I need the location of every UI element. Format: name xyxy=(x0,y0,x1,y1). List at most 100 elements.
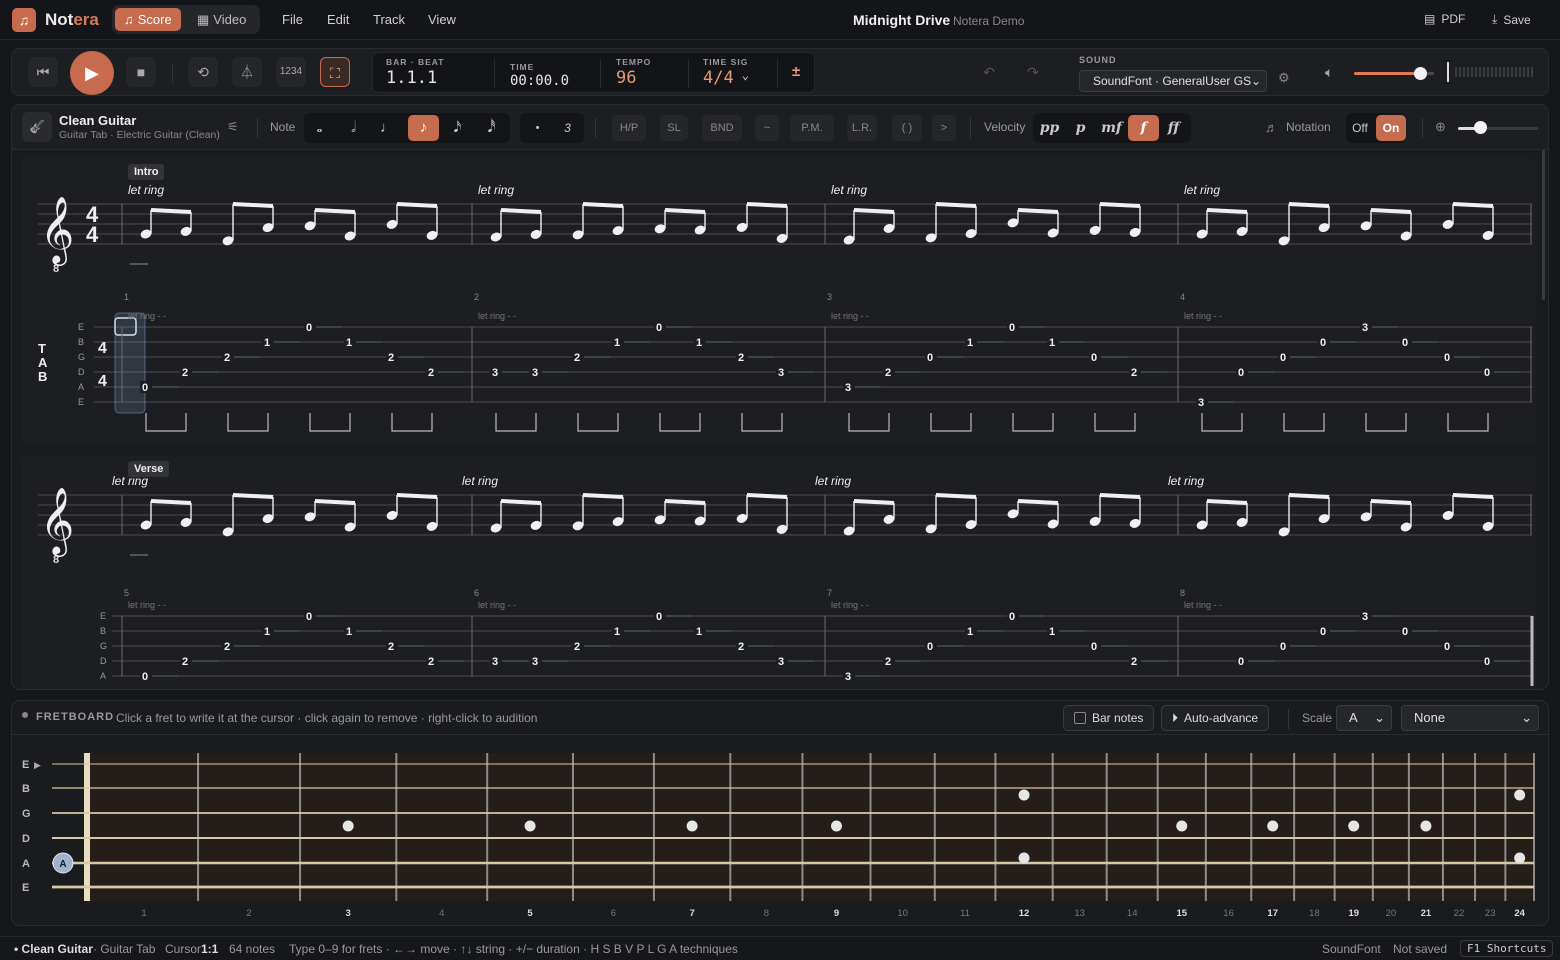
redo-button[interactable]: ↷ xyxy=(1018,57,1048,87)
gear-icon[interactable]: ⚙ xyxy=(1278,70,1290,86)
fret-number[interactable]: 2 xyxy=(738,641,744,653)
fret-number[interactable]: 2 xyxy=(1131,367,1137,379)
fret-number[interactable]: 0 xyxy=(142,382,148,394)
auto-advance-button[interactable]: ⏵ Auto-advance xyxy=(1161,705,1270,731)
fret-number[interactable]: 3 xyxy=(845,671,851,683)
fret-number[interactable]: 3 xyxy=(492,367,498,379)
triplet-button[interactable]: 3 xyxy=(552,115,583,141)
thirtysecond-note-button[interactable]: 𝅘𝅥𝅰 xyxy=(476,115,507,141)
fret-number[interactable]: 3 xyxy=(1362,611,1368,623)
follow-cursor-button[interactable]: ⛶ xyxy=(320,57,350,87)
fret-number[interactable]: 1 xyxy=(346,626,352,638)
ghost-note-button[interactable]: ( ) xyxy=(892,115,922,141)
guitar-icon[interactable]: 🎸︎ xyxy=(22,112,52,142)
fret-number[interactable]: 3 xyxy=(532,656,538,668)
hammer-pull-button[interactable]: H/P xyxy=(612,115,646,141)
section-marker-intro[interactable]: Intro xyxy=(128,164,165,180)
fret-number[interactable]: 3 xyxy=(492,656,498,668)
velocity-ff[interactable]: ff xyxy=(1158,115,1189,141)
video-mode-button[interactable]: ▦ Video xyxy=(188,8,255,31)
cursor-column[interactable] xyxy=(114,312,146,414)
fret-number[interactable]: 0 xyxy=(1444,641,1450,653)
fret-number[interactable]: 3 xyxy=(1198,397,1204,409)
count-in-button[interactable]: 1234 xyxy=(276,57,306,87)
scale-root-select[interactable]: A ⌄ xyxy=(1336,705,1392,731)
pdf-button[interactable]: ▤ PDF xyxy=(1424,12,1465,26)
bar-notes-toggle[interactable]: Bar notes xyxy=(1063,705,1155,731)
fret-number[interactable]: 0 xyxy=(1091,352,1097,364)
fret-number[interactable]: 1 xyxy=(264,337,270,349)
fret-number[interactable]: 3 xyxy=(1362,322,1368,334)
fret-number[interactable]: 1 xyxy=(264,626,270,638)
loop-button[interactable]: ⟲ xyxy=(188,57,218,87)
dotted-button[interactable]: • xyxy=(522,115,553,141)
fret-number[interactable]: 0 xyxy=(927,352,933,364)
accent-button[interactable]: > xyxy=(932,115,956,141)
rewind-button[interactable]: ⏮ xyxy=(28,57,58,87)
system-verse-notation[interactable]: 𝄞8let ring5let ring6let ring7let ring8EB… xyxy=(22,455,1536,690)
scale-type-select[interactable]: None ⌄ xyxy=(1401,705,1539,731)
fret-number[interactable]: 2 xyxy=(885,367,891,379)
fret-number[interactable]: 0 xyxy=(1009,611,1015,623)
fret-number[interactable]: 2 xyxy=(428,367,434,379)
menu-track[interactable]: Track xyxy=(373,12,405,27)
eighth-note-button[interactable]: ♪ xyxy=(408,115,439,141)
fret-number[interactable]: 1 xyxy=(967,626,973,638)
fret-number[interactable]: 0 xyxy=(1402,337,1408,349)
tempo-readout[interactable]: TEMPO 96 xyxy=(616,57,651,88)
fret-number[interactable]: 1 xyxy=(1049,337,1055,349)
fret-number[interactable]: 0 xyxy=(1320,337,1326,349)
menu-file[interactable]: File xyxy=(282,12,303,27)
fret-number[interactable]: 2 xyxy=(388,641,394,653)
menu-edit[interactable]: Edit xyxy=(327,12,349,27)
fret-number[interactable]: 3 xyxy=(778,656,784,668)
let-ring-button[interactable]: L.R. xyxy=(847,115,877,141)
velocity-p[interactable]: p xyxy=(1065,115,1096,141)
fret-number[interactable]: 1 xyxy=(696,626,702,638)
fret-number[interactable]: 0 xyxy=(1402,626,1408,638)
fret-number[interactable]: 3 xyxy=(778,367,784,379)
soundfont-select[interactable]: SoundFont · GeneralUser GS ⌄ xyxy=(1079,70,1267,92)
fret-number[interactable]: 0 xyxy=(1238,656,1244,668)
fret-number[interactable]: 0 xyxy=(306,611,312,623)
fret-number[interactable]: 0 xyxy=(1280,352,1286,364)
quarter-note-button[interactable]: ♩ xyxy=(372,115,403,141)
velocity-mf[interactable]: mf xyxy=(1096,115,1127,141)
velocity-f[interactable]: f xyxy=(1128,115,1159,141)
fret-number[interactable]: 0 xyxy=(656,322,662,334)
fret-number[interactable]: 1 xyxy=(1049,626,1055,638)
whole-note-button[interactable]: 𝅝 xyxy=(304,115,335,141)
fretboard[interactable]: EBGDAE▶1 2 3 4 5 6 7 8 9 10 11 12 13 14 15 16 17 18 19 20 21… xyxy=(12,735,1550,925)
notation-off-button[interactable]: Off xyxy=(1346,115,1374,141)
fret-number[interactable]: 0 xyxy=(142,671,148,683)
fret-number[interactable]: 2 xyxy=(574,352,580,364)
fret-number[interactable]: 3 xyxy=(532,367,538,379)
save-button[interactable]: ⤓ Save xyxy=(1492,12,1531,27)
fret-number[interactable]: 0 xyxy=(927,641,933,653)
track-name[interactable]: Clean Guitar xyxy=(59,113,136,128)
section-marker-verse[interactable]: Verse xyxy=(128,461,170,477)
slide-button[interactable]: SL xyxy=(660,115,688,141)
score-view[interactable]: 𝄞 8 4 4 let ring 1 let ring 2 let ring 3 let ring 4… xyxy=(11,150,1549,690)
fret-number[interactable]: 2 xyxy=(224,641,230,653)
transpose-button[interactable]: ± xyxy=(792,63,800,80)
sixteenth-note-button[interactable]: 𝅘𝅥𝅯 xyxy=(442,115,473,141)
volume-slider-knob[interactable] xyxy=(1414,67,1427,80)
time-signature-select[interactable]: TIME SIG 4/4 ⌄ xyxy=(703,57,749,88)
fret-number[interactable]: 1 xyxy=(696,337,702,349)
fret-number[interactable]: 0 xyxy=(656,611,662,623)
metronome-button[interactable]: ⏃ xyxy=(232,57,262,87)
undo-button[interactable]: ↶ xyxy=(974,57,1004,87)
fret-number[interactable]: 1 xyxy=(967,337,973,349)
stop-button[interactable]: ■ xyxy=(126,57,156,87)
score-scrollbar[interactable] xyxy=(1542,150,1545,300)
shortcuts-button[interactable]: F1 Shortcuts xyxy=(1460,940,1554,957)
fret-number[interactable]: 2 xyxy=(885,656,891,668)
fret-number[interactable]: 0 xyxy=(1280,641,1286,653)
zoom-slider-knob[interactable] xyxy=(1474,121,1487,134)
system-intro-notation[interactable]: 𝄞8 4 4 let ring 1 let ring 2 let ring 3 let ring 4… xyxy=(22,158,1536,444)
fret-number[interactable]: 0 xyxy=(1091,641,1097,653)
fret-number[interactable]: 1 xyxy=(346,337,352,349)
volume-icon[interactable]: 🔈︎ xyxy=(1325,64,1333,81)
fret-number[interactable]: 0 xyxy=(1484,656,1490,668)
